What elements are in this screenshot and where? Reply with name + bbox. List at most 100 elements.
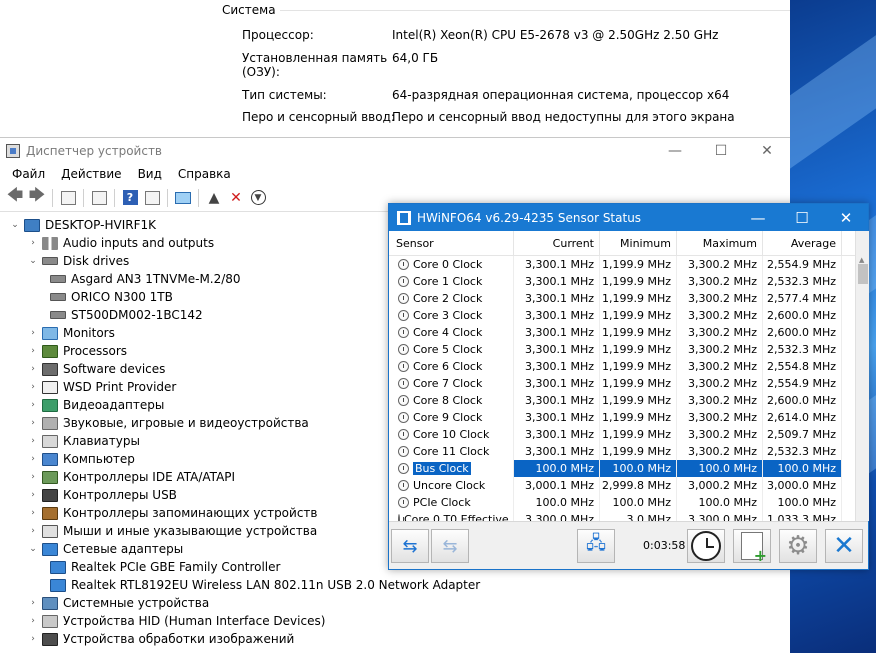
forward-arrow-icon[interactable]: 🡆 xyxy=(26,185,48,209)
hwinfo-maximize-button[interactable]: ☐ xyxy=(780,204,824,231)
navigate-arrows-disabled-icon[interactable]: ⇆ xyxy=(431,529,469,563)
hwinfo-titlebar[interactable]: HWiNFO64 v6.29-4235 Sensor Status — ☐ ✕ xyxy=(389,204,868,231)
expand-icon[interactable]: › xyxy=(26,238,40,248)
tree-node-realtek-gbe[interactable]: Realtek PCIe GBE Family Controller xyxy=(48,558,280,576)
column-header-sensor[interactable]: Sensor xyxy=(389,231,514,255)
tree-node-computer[interactable]: ⌄ DESKTOP-HVIRF1K xyxy=(8,216,156,234)
expand-icon[interactable]: › xyxy=(26,364,40,374)
navigate-arrows-icon[interactable]: ⇆ xyxy=(391,529,429,563)
column-header-minimum[interactable]: Minimum xyxy=(600,231,677,255)
expand-icon[interactable]: › xyxy=(26,508,40,518)
sensor-row[interactable]: Core 11 Clock 3,300.1 MHz 1,199.9 MHz 3,300… xyxy=(389,443,855,460)
download-icon[interactable]: ▼ xyxy=(247,187,269,209)
expand-icon[interactable]: › xyxy=(26,382,40,392)
tree-node-disk-orico[interactable]: ORICO N300 1TB xyxy=(48,288,173,306)
uninstall-icon[interactable]: ✕ xyxy=(225,187,247,209)
sensor-name: Core 2 Clock xyxy=(413,292,483,305)
column-header-average[interactable]: Average xyxy=(763,231,842,255)
sensor-row[interactable]: Core 3 Clock 3,300.1 MHz 1,199.9 MHz 3,300.… xyxy=(389,307,855,324)
expand-icon[interactable]: › xyxy=(26,328,40,338)
sensor-row[interactable]: Core 10 Clock 3,300.1 MHz 1,199.9 MHz 3,300… xyxy=(389,426,855,443)
clock-icon[interactable] xyxy=(687,529,725,563)
expand-icon[interactable]: › xyxy=(26,400,40,410)
expand-icon[interactable]: › xyxy=(26,418,40,428)
tree-node-usb[interactable]: › Контроллеры USB xyxy=(26,486,177,504)
tree-node-imaging[interactable]: › Устройства обработки изображений xyxy=(26,630,294,648)
tree-node-processors[interactable]: › Processors xyxy=(26,342,127,360)
sensor-row[interactable]: Bus Clock 100.0 MHz 100.0 MHz 100.0 MHz 100.… xyxy=(389,460,855,477)
sensor-row[interactable]: Core 4 Clock 3,300.1 MHz 1,199.9 MHz 3,300.… xyxy=(389,324,855,341)
tree-node-monitors[interactable]: › Monitors xyxy=(26,324,115,342)
sensor-row[interactable]: PCIe Clock 100.0 MHz 100.0 MHz 100.0 MHz 100… xyxy=(389,494,855,511)
tree-node-disk-drives[interactable]: ⌄ Disk drives xyxy=(26,252,129,270)
close-button[interactable]: ✕ xyxy=(744,138,790,164)
sensor-row[interactable]: Core 8 Clock 3,300.1 MHz 1,199.9 MHz 3,300.… xyxy=(389,392,855,409)
tree-node-network[interactable]: ⌄ Сетевые адаптеры xyxy=(26,540,183,558)
tree-node-hid[interactable]: › Устройства HID (Human Interface Device… xyxy=(26,612,325,630)
update-list-icon[interactable] xyxy=(88,187,110,209)
tree-node-keyboards[interactable]: › Клавиатуры xyxy=(26,432,140,450)
sensor-row[interactable]: Core 5 Clock 3,300.1 MHz 1,199.9 MHz 3,300.… xyxy=(389,341,855,358)
tree-node-system-devices[interactable]: › Системные устройства xyxy=(26,594,209,612)
menu-view[interactable]: Вид xyxy=(130,167,170,181)
expand-icon[interactable]: › xyxy=(26,634,40,644)
sensor-row[interactable]: Core 1 Clock 3,300.1 MHz 1,199.9 MHz 3,300.… xyxy=(389,273,855,290)
expand-icon[interactable]: › xyxy=(26,436,40,446)
close-x-icon[interactable]: ✕ xyxy=(825,529,863,563)
maximize-button[interactable]: ☐ xyxy=(698,138,744,164)
tree-node-disk-asgard[interactable]: Asgard AN3 1TNVMe-M.2/80 xyxy=(48,270,241,288)
expand-icon[interactable]: › xyxy=(26,472,40,482)
properties-icon[interactable] xyxy=(57,187,79,209)
column-header-maximum[interactable]: Maximum xyxy=(677,231,763,255)
collapse-icon[interactable]: ⌄ xyxy=(26,544,40,554)
expand-icon[interactable]: › xyxy=(26,346,40,356)
sensor-row[interactable]: Core 9 Clock 3,300.1 MHz 1,199.9 MHz 3,300.… xyxy=(389,409,855,426)
tree-node-audio[interactable]: › Audio inputs and outputs xyxy=(26,234,214,252)
sensor-row[interactable]: Core 2 Clock 3,300.1 MHz 1,199.9 MHz 3,300.… xyxy=(389,290,855,307)
scrollbar-thumb[interactable] xyxy=(858,264,868,284)
menu-action[interactable]: Действие xyxy=(53,167,129,181)
tree-node-software[interactable]: › Software devices xyxy=(26,360,165,378)
hwinfo-minimize-button[interactable]: — xyxy=(736,204,780,231)
expand-icon[interactable]: › xyxy=(26,490,40,500)
tree-node-sound[interactable]: › Звуковые, игровые и видеоустройства xyxy=(26,414,309,432)
update-driver-icon[interactable]: ▲ xyxy=(203,187,225,209)
tree-node-computer-category[interactable]: › Компьютер xyxy=(26,450,135,468)
device-manager-titlebar[interactable]: Диспетчер устройств — ☐ ✕ xyxy=(0,138,790,164)
expand-icon[interactable]: › xyxy=(26,616,40,626)
section-divider xyxy=(280,10,790,11)
tree-node-ide[interactable]: › Контроллеры IDE ATA/ATAPI xyxy=(26,468,235,486)
monitor-icon xyxy=(42,326,58,340)
back-arrow-icon[interactable]: 🡄 xyxy=(4,185,26,209)
tree-node-wsd-print[interactable]: › WSD Print Provider xyxy=(26,378,176,396)
view-icon[interactable] xyxy=(141,187,163,209)
network-computers-icon[interactable]: 🖧 xyxy=(577,529,615,563)
expand-icon[interactable]: › xyxy=(26,598,40,608)
sensor-row[interactable]: Core 0 T0 Effective ... 3,300.0 MHz 3.0 MH… xyxy=(389,511,855,521)
tree-node-realtek-wifi[interactable]: Realtek RTL8192EU Wireless LAN 802.11n U… xyxy=(48,576,480,594)
minimize-button[interactable]: — xyxy=(652,138,698,164)
collapse-icon[interactable]: ⌄ xyxy=(26,256,40,266)
sensor-row[interactable]: Core 7 Clock 3,300.1 MHz 1,199.9 MHz 3,300.… xyxy=(389,375,855,392)
menu-help[interactable]: Справка xyxy=(170,167,239,181)
expand-icon[interactable]: › xyxy=(26,454,40,464)
help-icon[interactable]: ? xyxy=(119,187,141,209)
hwinfo-close-button[interactable]: ✕ xyxy=(824,204,868,231)
tree-node-label: Audio inputs and outputs xyxy=(63,236,215,250)
sensor-row[interactable]: Uncore Clock 3,000.1 MHz 2,999.8 MHz 3,000.… xyxy=(389,477,855,494)
collapse-icon[interactable]: ⌄ xyxy=(8,220,22,230)
column-header-current[interactable]: Current xyxy=(514,231,600,255)
expand-icon[interactable]: › xyxy=(26,526,40,536)
tree-node-disk-st500[interactable]: ST500DM002-1BC142 xyxy=(48,306,203,324)
monitor-icon[interactable] xyxy=(172,187,194,209)
settings-gear-icon[interactable]: ⚙ xyxy=(779,529,817,563)
tree-node-mice[interactable]: › Мыши и иные указывающие устройства xyxy=(26,522,317,540)
scroll-up-icon[interactable]: ▲ xyxy=(859,256,864,264)
sensor-row[interactable]: Core 6 Clock 3,300.1 MHz 1,199.9 MHz 3,300.… xyxy=(389,358,855,375)
tree-node-video-adapters[interactable]: › Видеоадаптеры xyxy=(26,396,164,414)
tree-node-storage[interactable]: › Контроллеры запоминающих устройств xyxy=(26,504,317,522)
sensor-table-scrollbar[interactable]: ▲ xyxy=(855,231,869,521)
menu-file[interactable]: Файл xyxy=(4,167,53,181)
add-report-icon[interactable] xyxy=(733,529,771,565)
sensor-row[interactable]: Core 0 Clock 3,300.1 MHz 1,199.9 MHz 3,300.… xyxy=(389,256,855,273)
